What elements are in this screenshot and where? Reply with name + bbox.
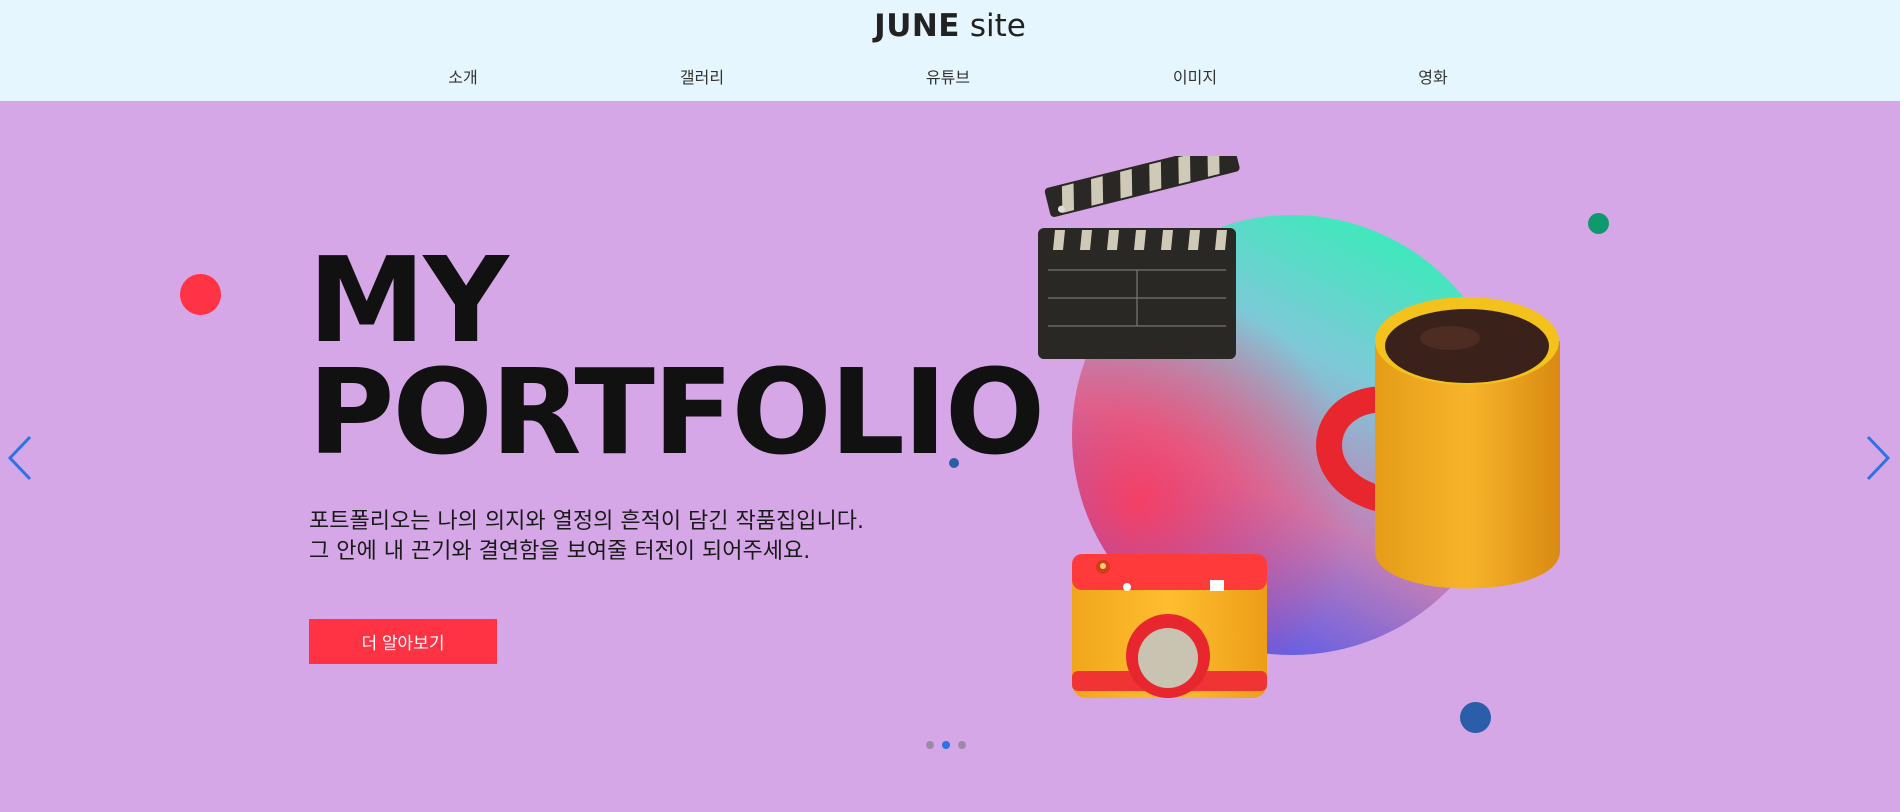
nav-item-youtube[interactable]: 유튜브: [926, 64, 970, 88]
logo-light: site: [959, 8, 1026, 44]
hero-description: 포트폴리오는 나의 의지와 열정의 흔적이 담긴 작품집입니다. 그 안에 내 …: [309, 507, 864, 567]
hero-title: MY PORTFOLIO: [308, 231, 1045, 481]
hero-slider: MY PORTFOLIO 포트폴리오는 나의 의지와 열정의 흔적이 담긴 작품…: [0, 101, 1900, 812]
hero-title-line-2: PORTFOLIO: [308, 343, 1045, 481]
hero-title-line-1: MY: [308, 231, 509, 369]
hero-desc-line-1: 포트폴리오는 나의 의지와 열정의 흔적이 담긴 작품집입니다.: [309, 509, 864, 534]
nav-item-image[interactable]: 이미지: [1173, 64, 1217, 88]
pagination-dot-1[interactable]: [926, 741, 934, 749]
clapperboard-illustration: [1038, 142, 1240, 359]
deco-red-dot: [180, 274, 221, 315]
slider-pagination: [926, 741, 966, 749]
next-slide-arrow[interactable]: [1858, 433, 1898, 483]
nav-item-movie[interactable]: 영화: [1418, 64, 1447, 88]
main-nav: 소개 갤러리 유튜브 이미지 영화: [0, 64, 1900, 90]
pagination-dot-2[interactable]: [942, 741, 950, 749]
logo-strong: JUNE: [874, 8, 960, 44]
learn-more-button[interactable]: 더 알아보기: [309, 619, 497, 664]
pagination-dot-3[interactable]: [958, 741, 966, 749]
nav-item-intro[interactable]: 소개: [448, 64, 477, 88]
prev-slide-arrow[interactable]: [0, 433, 40, 483]
site-logo[interactable]: JUNE site: [0, 8, 1900, 44]
nav-item-gallery[interactable]: 갤러리: [680, 64, 724, 88]
hero-desc-line-2: 그 안에 내 끈기와 결연함을 보여줄 터전이 되어주세요.: [309, 539, 811, 564]
camera-illustration: [1072, 554, 1267, 698]
chevron-right-icon: [1866, 435, 1891, 481]
hero-illustration: [1020, 142, 1600, 716]
chevron-left-icon: [7, 435, 32, 481]
illustration-svg: [1038, 142, 1560, 698]
site-header: JUNE site 소개 갤러리 유튜브 이미지 영화: [0, 0, 1900, 101]
